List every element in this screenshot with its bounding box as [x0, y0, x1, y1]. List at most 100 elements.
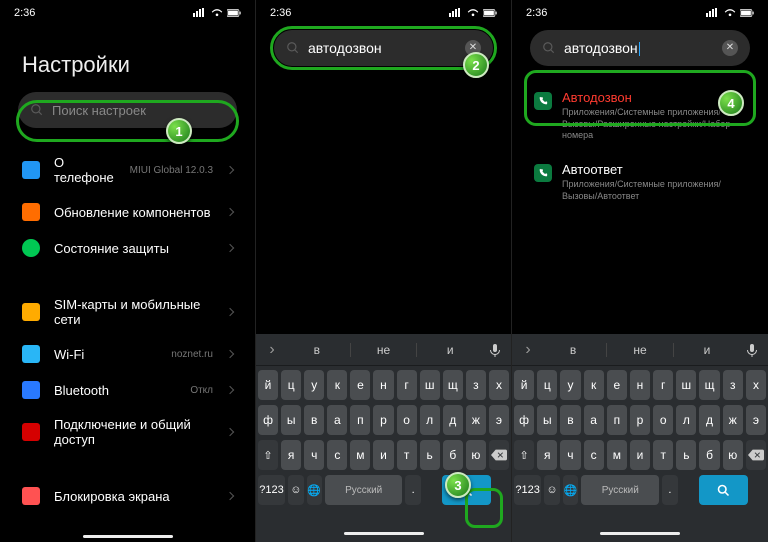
suggestion[interactable]: не	[607, 343, 674, 357]
key-ж[interactable]: ж	[466, 405, 486, 435]
key-ф[interactable]: ф	[258, 405, 278, 435]
row-wifi[interactable]: Wi-Fi noznet.ru	[0, 336, 255, 372]
emoji-key[interactable]: ☺	[544, 475, 560, 505]
globe-key[interactable]: 🌐	[563, 475, 579, 505]
row-tethering[interactable]: Подключение и общий доступ	[0, 408, 255, 456]
key-з[interactable]: з	[466, 370, 486, 400]
key-с[interactable]: с	[327, 440, 347, 470]
key-б[interactable]: б	[699, 440, 719, 470]
key-м[interactable]: м	[607, 440, 627, 470]
key-ь[interactable]: ь	[420, 440, 440, 470]
suggestion[interactable]: не	[351, 343, 418, 357]
key-х[interactable]: х	[489, 370, 509, 400]
key-ю[interactable]: ю	[723, 440, 743, 470]
key-ц[interactable]: ц	[281, 370, 301, 400]
keyboard-search-key[interactable]	[699, 475, 748, 505]
row-about-phone[interactable]: О телефоне MIUI Global 12.0.3	[0, 146, 255, 194]
shift-key[interactable]: ⇧	[514, 440, 534, 470]
key-т[interactable]: т	[653, 440, 673, 470]
settings-search[interactable]: Поиск настроек	[18, 92, 237, 128]
period-key[interactable]: .	[662, 475, 678, 505]
key-э[interactable]: э	[746, 405, 766, 435]
key-с[interactable]: с	[584, 440, 604, 470]
key-ш[interactable]: ш	[420, 370, 440, 400]
key-ш[interactable]: ш	[676, 370, 696, 400]
period-key[interactable]: .	[405, 475, 420, 505]
key-ч[interactable]: ч	[560, 440, 580, 470]
search-result[interactable]: Автоответ Приложения/Системные приложени…	[512, 152, 768, 212]
shift-key[interactable]: ⇧	[258, 440, 278, 470]
key-д[interactable]: д	[443, 405, 463, 435]
key-р[interactable]: р	[373, 405, 393, 435]
key-э[interactable]: э	[489, 405, 509, 435]
key-о[interactable]: о	[653, 405, 673, 435]
key-х[interactable]: х	[746, 370, 766, 400]
key-о[interactable]: о	[397, 405, 417, 435]
home-indicator[interactable]	[83, 535, 173, 538]
key-н[interactable]: н	[373, 370, 393, 400]
suggestion[interactable]: в	[540, 343, 607, 357]
key-т[interactable]: т	[397, 440, 417, 470]
key-п[interactable]: п	[607, 405, 627, 435]
symbols-key[interactable]: ?123	[258, 475, 285, 505]
expand-icon[interactable]: ›	[516, 341, 540, 359]
key-г[interactable]: г	[397, 370, 417, 400]
key-к[interactable]: к	[327, 370, 347, 400]
space-key[interactable]: Русский	[581, 475, 659, 505]
row-bluetooth[interactable]: Bluetooth Откл	[0, 372, 255, 408]
key-у[interactable]: у	[560, 370, 580, 400]
search-field[interactable]: автодозвон ✕	[274, 30, 493, 66]
key-в[interactable]: в	[304, 405, 324, 435]
key-ч[interactable]: ч	[304, 440, 324, 470]
key-ю[interactable]: ю	[466, 440, 486, 470]
key-р[interactable]: р	[630, 405, 650, 435]
emoji-key[interactable]: ☺	[288, 475, 303, 505]
backspace-key[interactable]	[489, 440, 509, 470]
key-ф[interactable]: ф	[514, 405, 534, 435]
key-я[interactable]: я	[537, 440, 557, 470]
key-й[interactable]: й	[258, 370, 278, 400]
suggestion[interactable]: и	[674, 343, 740, 357]
key-ь[interactable]: ь	[676, 440, 696, 470]
home-indicator[interactable]	[344, 532, 424, 535]
key-в[interactable]: в	[560, 405, 580, 435]
key-е[interactable]: е	[350, 370, 370, 400]
key-а[interactable]: а	[584, 405, 604, 435]
key-и[interactable]: и	[630, 440, 650, 470]
key-а[interactable]: а	[327, 405, 347, 435]
row-update[interactable]: Обновление компонентов	[0, 194, 255, 230]
key-е[interactable]: е	[607, 370, 627, 400]
key-ж[interactable]: ж	[723, 405, 743, 435]
row-lock[interactable]: Блокировка экрана	[0, 478, 255, 514]
row-security[interactable]: Состояние защиты	[0, 230, 255, 266]
key-у[interactable]: у	[304, 370, 324, 400]
globe-key[interactable]: 🌐	[307, 475, 322, 505]
key-к[interactable]: к	[584, 370, 604, 400]
symbols-key[interactable]: ?123	[514, 475, 541, 505]
key-ы[interactable]: ы	[281, 405, 301, 435]
suggestion[interactable]: в	[284, 343, 351, 357]
search-field[interactable]: автодозвон ✕	[530, 30, 750, 66]
home-indicator[interactable]	[600, 532, 680, 535]
backspace-key[interactable]	[746, 440, 766, 470]
mic-icon[interactable]	[740, 343, 764, 357]
key-и[interactable]: и	[373, 440, 393, 470]
key-ц[interactable]: ц	[537, 370, 557, 400]
key-л[interactable]: л	[676, 405, 696, 435]
mic-icon[interactable]	[483, 343, 507, 357]
key-щ[interactable]: щ	[443, 370, 463, 400]
row-sim[interactable]: SIM-карты и мобильные сети	[0, 288, 255, 336]
key-й[interactable]: й	[514, 370, 534, 400]
clear-button[interactable]: ✕	[722, 40, 738, 56]
key-п[interactable]: п	[350, 405, 370, 435]
suggestion[interactable]: и	[417, 343, 483, 357]
key-щ[interactable]: щ	[699, 370, 719, 400]
key-з[interactable]: з	[723, 370, 743, 400]
key-н[interactable]: н	[630, 370, 650, 400]
expand-icon[interactable]: ›	[260, 341, 284, 359]
key-б[interactable]: б	[443, 440, 463, 470]
space-key[interactable]: Русский	[325, 475, 402, 505]
key-д[interactable]: д	[699, 405, 719, 435]
key-ы[interactable]: ы	[537, 405, 557, 435]
key-г[interactable]: г	[653, 370, 673, 400]
